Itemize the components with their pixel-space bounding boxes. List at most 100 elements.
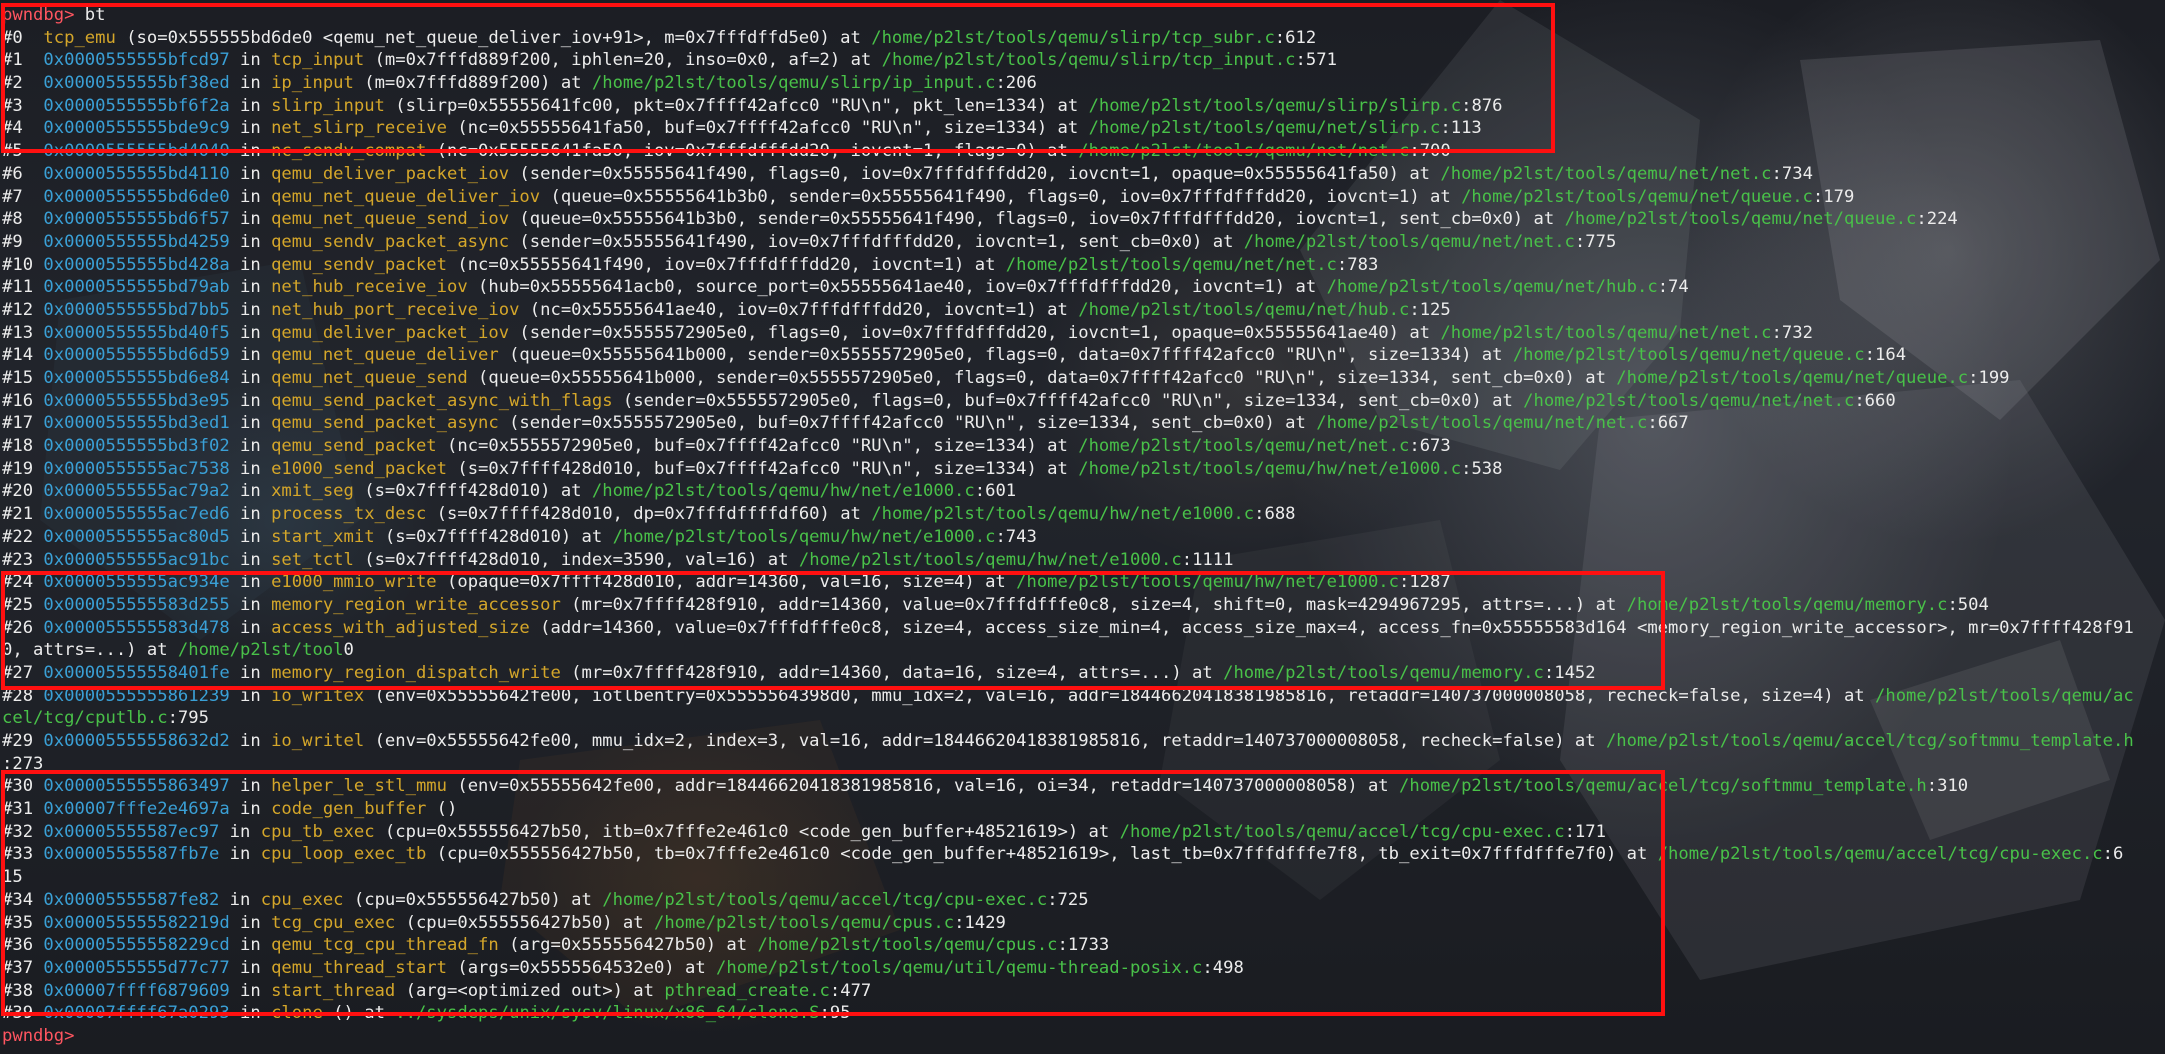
function-name: set_tctl — [271, 549, 354, 570]
terminal-text: in — [229, 322, 272, 343]
terminal-text: #21 — [2, 504, 44, 525]
frame-address: 0x0000555555bd428a — [43, 254, 230, 275]
backtrace-line: #21 0x0000555555ac7ed6 in process_tx_des… — [2, 503, 2165, 526]
source-path: /home/p2lst/tools/qemu/hw/net/e1000.c — [871, 504, 1255, 525]
terminal-text: #23 — [2, 549, 44, 570]
backtrace-line: #18 0x0000555555bd3f02 in qemu_send_pack… — [2, 435, 2165, 458]
terminal-text: :538 — [1461, 458, 1503, 479]
terminal-text: in — [229, 390, 272, 411]
frame-address: 0x0000555555bd6e84 — [43, 368, 230, 388]
backtrace-line: #12 0x0000555555bd7bb5 in net_hub_port_r… — [2, 299, 2165, 322]
backtrace-line: #23 0x0000555555ac91bc in set_tctl (s=0x… — [2, 549, 2165, 572]
function-name: qemu_deliver_packet_iov — [271, 322, 510, 343]
backtrace-line: #17 0x0000555555bd3ed1 in qemu_send_pack… — [2, 412, 2165, 435]
terminal-text: (s=0x7ffff428d010) at — [374, 526, 613, 547]
frame-address: 0x0000555555bd4110 — [43, 163, 230, 184]
source-path: /home/p2lst/tools/qemu/net/net.c — [1440, 322, 1772, 343]
frame-address: 0x0000555555ac80d5 — [43, 526, 230, 547]
terminal-text: :179 — [1812, 186, 1855, 207]
terminal-text: :601 — [974, 481, 1017, 502]
terminal-text: :504 — [1947, 594, 1989, 615]
terminal-text: in — [229, 345, 272, 366]
function-name: xmit_seg — [271, 481, 354, 502]
terminal-text: :660 — [1854, 390, 1896, 411]
terminal-text: (nc=0x5555572905e0, buf=0x7ffff42afcc0 "… — [436, 436, 1079, 457]
terminal-text: (s=0x7ffff428d010, dp=0x7fffdffffdf60) a… — [426, 504, 872, 525]
source-path: /home/p2lst/tools/qemu/net/net.c — [1440, 163, 1772, 184]
terminal-text: :667 — [1647, 413, 1689, 434]
terminal-text: in — [229, 526, 272, 547]
terminal-text: in — [229, 436, 272, 457]
terminal-text: in — [229, 368, 272, 388]
frame-address: 0x0000555555bd4259 — [43, 231, 230, 252]
function-name: qemu_net_queue_send_iov — [271, 209, 510, 230]
function-name: net_hub_receive_iov — [271, 277, 468, 298]
source-path: /home/p2lst/tools/qemu/accel/tcg/cpu-exe… — [1657, 844, 2103, 865]
source-path: cel/tcg/cputlb.c — [2, 708, 168, 729]
terminal-text: #18 — [2, 436, 44, 457]
backtrace-line: #8 0x0000555555bd6f57 in qemu_net_queue_… — [2, 208, 2165, 231]
terminal-text: (hub=0x55555641acb0, source_port=0x55555… — [467, 277, 1327, 298]
function-name: qemu_sendv_packet — [271, 254, 447, 275]
pwndbg-prompt: pwndbg> — [2, 1025, 85, 1046]
frame-address: 0x0000555555ac79a2 — [43, 481, 230, 502]
frame-address: 0x0000555555bd7bb5 — [43, 299, 230, 320]
terminal-text: :164 — [1864, 345, 1907, 366]
prompt-line: pwndbg> — [2, 1025, 2165, 1048]
backtrace-line: #13 0x0000555555bd40f5 in qemu_deliver_p… — [2, 322, 2165, 345]
terminal-text: (sender=0x55555641f490, flags=0, iov=0x7… — [509, 163, 1441, 184]
terminal-text: (nc=0x55555641ae40, iov=0x7fffdfffdd20, … — [519, 299, 1079, 320]
terminal-text: in — [229, 458, 272, 479]
source-path: /home/p2lst/tools/qemu/net/queue.c — [1461, 186, 1813, 207]
terminal-text: (sender=0x5555572905e0, flags=0, buf=0x7… — [612, 390, 1524, 411]
terminal-text: #29 — [2, 731, 44, 751]
backtrace-line: #14 0x0000555555bd6d59 in qemu_net_queue… — [2, 344, 2165, 367]
source-path: /home/p2lst/tools/qemu/net/queue.c — [1564, 209, 1917, 230]
terminal-text: #12 — [2, 299, 44, 320]
frame-address: 0x0000555555bd6d59 — [43, 345, 230, 366]
frame-address: 0x0000555555ac7538 — [43, 458, 230, 479]
backtrace-line: #10 0x0000555555bd428a in qemu_sendv_pac… — [2, 254, 2165, 277]
terminal-text: #22 — [2, 526, 44, 547]
frame-address: 0x0000555555bd6de0 — [43, 186, 230, 207]
source-path: /home/p2lst/tools/qemu/memory.c — [1626, 594, 1948, 615]
function-name: qemu_send_packet_async — [271, 413, 499, 434]
terminal-text: #15 — [2, 368, 44, 388]
frame-address: 0x0000555555bd6f57 — [43, 209, 230, 230]
terminal-text: :310 — [1926, 776, 1969, 797]
highlight-box-tcg-frames — [1, 770, 1665, 1016]
terminal-text: #16 — [2, 390, 44, 411]
source-path: /home/p2lst/tools/qemu/hw/net/e1000.c — [612, 526, 996, 547]
source-path: /home/p2lst/tools/qemu/net/net.c — [1005, 254, 1337, 275]
terminal-text: (queue=0x55555641b3b0, sender=0x55555641… — [540, 186, 1462, 207]
source-path: /home/p2lst/tools/qemu/net/net.c — [1243, 231, 1575, 252]
terminal-text: :6 — [2102, 844, 2124, 865]
function-name: qemu_deliver_packet_iov — [271, 163, 510, 184]
function-name: net_hub_port_receive_iov — [271, 299, 520, 320]
terminal-text: :74 — [1657, 277, 1689, 298]
frame-address: 0x0000555555bd3f02 — [43, 436, 230, 457]
function-name: process_tx_desc — [271, 504, 427, 525]
function-name: start_xmit — [271, 526, 375, 547]
source-path: /home/p2lst/tools/qemu/hw/net/e1000.c — [798, 549, 1182, 570]
backtrace-line: #19 0x0000555555ac7538 in e1000_send_pac… — [2, 458, 2165, 481]
backtrace-line: #9 0x0000555555bd4259 in qemu_sendv_pack… — [2, 231, 2165, 254]
function-name: qemu_sendv_packet_async — [271, 231, 510, 252]
terminal-text: :199 — [1968, 368, 2010, 388]
backtrace-line: #29 0x00005555558632d2 in io_writel (env… — [2, 730, 2165, 753]
terminal-text: in — [229, 481, 272, 502]
terminal-text: :688 — [1254, 504, 1296, 525]
backtrace-line: #20 0x0000555555ac79a2 in xmit_seg (s=0x… — [2, 480, 2165, 503]
terminal-text: #11 — [2, 277, 44, 298]
frame-address: 0x00005555558632d2 — [43, 731, 230, 751]
terminal-text: #6 — [2, 163, 44, 184]
terminal-text: (s=0x7ffff428d010, buf=0x7ffff42afcc0 "R… — [447, 458, 1079, 479]
frame-address: 0x0000555555bd3ed1 — [43, 413, 230, 434]
terminal-text: in — [229, 209, 272, 230]
terminal-text: (queue=0x55555641b000, sender=0x55555729… — [467, 368, 1617, 388]
terminal-text: #19 — [2, 458, 44, 479]
source-path: /home/p2lst/tools/qemu/net/hub.c — [1078, 299, 1410, 320]
terminal-text: in — [229, 163, 272, 184]
function-name: io_writel — [271, 731, 365, 751]
terminal-text: in — [229, 731, 272, 751]
